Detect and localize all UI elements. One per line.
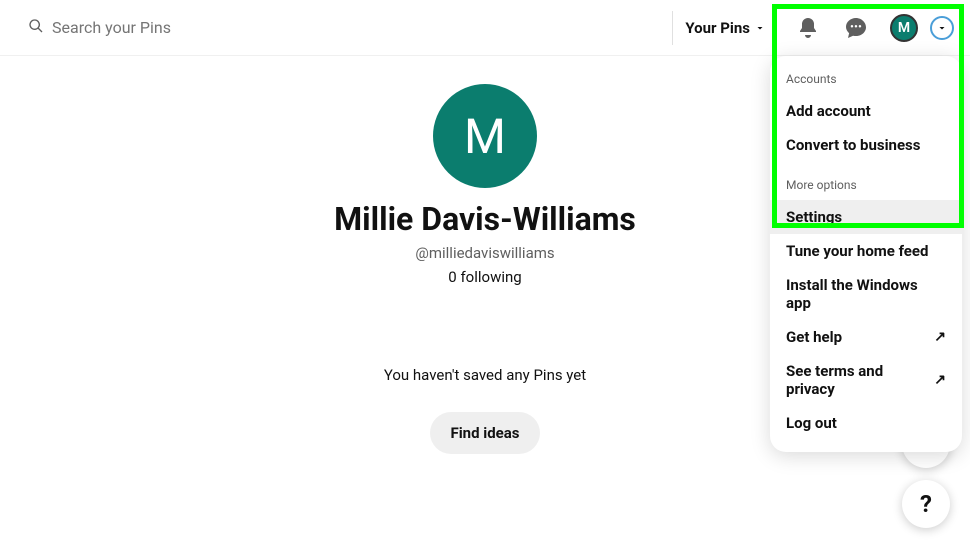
menu-item-label: See terms and privacy (786, 362, 934, 398)
menu-item-settings[interactable]: Settings (770, 200, 962, 234)
account-dropdown-menu: Accounts Add account Convert to business… (770, 56, 962, 452)
menu-item-log-out[interactable]: Log out (770, 406, 962, 440)
menu-item-tune-feed[interactable]: Tune your home feed (770, 234, 962, 268)
chat-icon (844, 16, 868, 40)
account-menu-button[interactable] (930, 16, 954, 40)
chevron-down-icon (754, 22, 766, 34)
menu-item-add-account[interactable]: Add account (770, 94, 962, 128)
header: Your Pins M (0, 0, 970, 56)
find-ideas-button[interactable]: Find ideas (430, 412, 539, 454)
search-input[interactable] (52, 18, 644, 37)
external-link-icon: ↗ (934, 329, 946, 345)
your-pins-label: Your Pins (685, 19, 750, 37)
external-link-icon: ↗ (934, 372, 946, 388)
menu-item-convert-business[interactable]: Convert to business (770, 128, 962, 162)
menu-item-get-help[interactable]: Get help ↗ (770, 320, 962, 354)
chevron-down-icon (936, 22, 948, 34)
menu-item-label: Get help (786, 328, 842, 346)
messages-button[interactable] (834, 6, 878, 50)
search-icon (28, 18, 44, 38)
search-container[interactable] (16, 8, 656, 48)
menu-item-see-terms[interactable]: See terms and privacy ↗ (770, 354, 962, 406)
menu-item-install-windows[interactable]: Install the Windows app (770, 268, 962, 320)
avatar-small: M (890, 14, 918, 42)
profile-avatar-button[interactable]: M (882, 6, 926, 50)
profile-avatar: M (433, 84, 537, 188)
menu-section-more-options: More options (770, 174, 962, 200)
header-right: Your Pins M (672, 6, 954, 50)
your-pins-button[interactable]: Your Pins (672, 11, 778, 45)
notifications-button[interactable] (786, 6, 830, 50)
bell-icon (796, 16, 820, 40)
menu-section-accounts: Accounts (770, 68, 962, 94)
help-button[interactable]: ? (902, 480, 950, 528)
